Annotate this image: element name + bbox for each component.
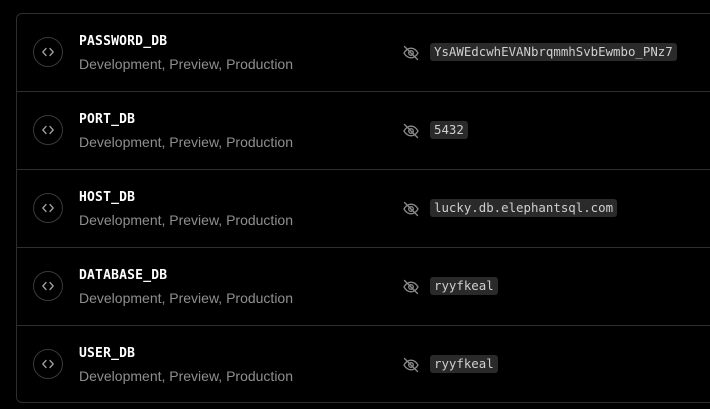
env-var-targets: Development, Preview, Production xyxy=(79,56,293,72)
eye-off-icon[interactable] xyxy=(402,278,420,296)
env-var-row[interactable]: HOST_DB Development, Preview, Production… xyxy=(17,170,710,248)
code-icon xyxy=(33,349,63,379)
eye-off-icon[interactable] xyxy=(402,122,420,140)
env-var-value[interactable]: lucky.db.elephantsql.com xyxy=(430,199,618,217)
env-var-value[interactable]: YsAWEdcwhEVANbrqmmhSvbEwmbo_PNz7 xyxy=(430,43,677,61)
code-icon xyxy=(33,271,63,301)
env-var-row[interactable]: DATABASE_DB Development, Preview, Produc… xyxy=(17,248,710,326)
eye-off-icon[interactable] xyxy=(402,200,420,218)
env-var-row[interactable]: USER_DB Development, Preview, Production… xyxy=(17,326,710,404)
env-var-row[interactable]: PASSWORD_DB Development, Preview, Produc… xyxy=(17,14,710,92)
env-var-name: PASSWORD_DB xyxy=(79,34,168,49)
env-var-name: USER_DB xyxy=(79,346,136,361)
env-var-name: PORT_DB xyxy=(79,112,136,127)
eye-off-icon[interactable] xyxy=(402,44,420,62)
env-var-row[interactable]: PORT_DB Development, Preview, Production… xyxy=(17,92,710,170)
eye-off-icon[interactable] xyxy=(402,356,420,374)
code-icon xyxy=(33,37,63,67)
code-icon xyxy=(33,193,63,223)
env-var-list: PASSWORD_DB Development, Preview, Produc… xyxy=(16,13,710,403)
env-var-targets: Development, Preview, Production xyxy=(79,212,293,228)
env-var-value[interactable]: ryyfkeal xyxy=(430,355,498,373)
env-var-targets: Development, Preview, Production xyxy=(79,290,293,306)
env-var-name: DATABASE_DB xyxy=(79,268,168,283)
env-var-name: HOST_DB xyxy=(79,190,136,205)
env-var-targets: Development, Preview, Production xyxy=(79,368,293,384)
env-var-value[interactable]: ryyfkeal xyxy=(430,277,498,295)
env-var-targets: Development, Preview, Production xyxy=(79,134,293,150)
code-icon xyxy=(33,115,63,145)
env-var-value[interactable]: 5432 xyxy=(430,121,468,139)
